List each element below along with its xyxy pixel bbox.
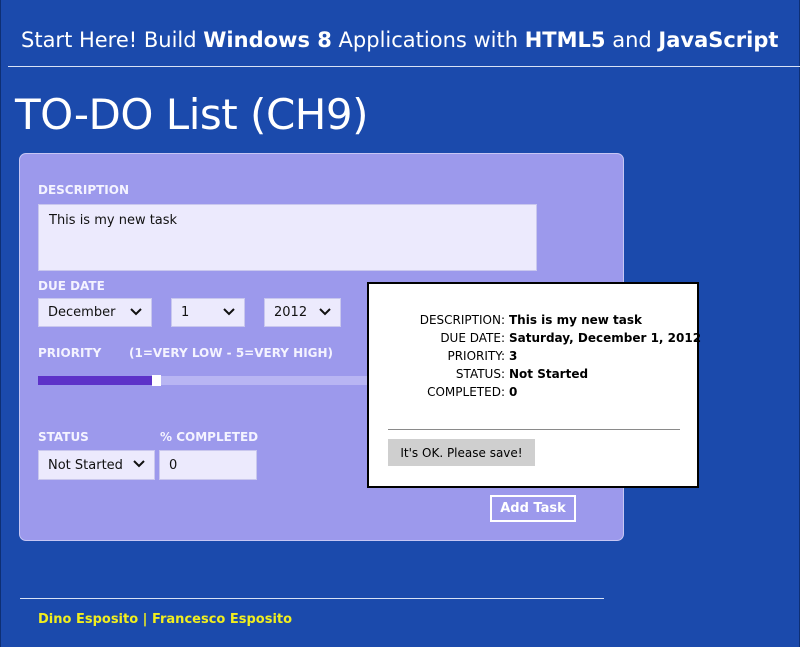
year-select-value: 2012 [274,305,308,320]
priority-label: PRIORITY [38,346,102,360]
popup-key: DESCRIPTION: [419,313,505,327]
percent-completed-input[interactable]: 0 [159,450,257,480]
add-task-button[interactable]: Add Task [490,495,576,522]
header-part-windows8: Windows 8 [203,28,332,52]
priority-slider-thumb[interactable] [152,375,161,386]
priority-hint: (1=VERY LOW - 5=VERY HIGH) [129,346,334,360]
popup-key: STATUS: [455,367,505,381]
header-part-html5: HTML5 [524,28,606,52]
popup-key: COMPLETED: [427,385,505,399]
month-select[interactable]: December [38,298,152,327]
chevron-down-icon [319,308,331,316]
popup-value: Saturday, December 1, 2012 [509,331,702,345]
priority-slider-fill [38,376,152,385]
app-header-title: Start Here! Build Windows 8 Applications… [21,28,778,52]
header-part-1: Start Here! Build [21,28,204,52]
month-select-value: December [48,305,116,320]
window-border-left [0,0,1,647]
footer-divider [20,598,604,599]
popup-key: DUE DATE: [440,331,505,345]
header-part-javascript: JavaScript [658,28,779,52]
due-date-label: DUE DATE [38,279,105,293]
completed-label: % COMPLETED [160,430,259,444]
chevron-down-icon [133,460,145,468]
status-select[interactable]: Not Started [38,450,155,480]
year-select[interactable]: 2012 [264,298,341,327]
day-select[interactable]: 1 [171,298,245,327]
header-divider [8,66,800,67]
popup-value: 3 [509,349,518,363]
status-label: STATUS [38,430,89,444]
page-title: TO-DO List (CH9) [15,90,368,139]
description-label: DESCRIPTION [38,183,130,197]
footer-authors: Dino Esposito | Francesco Esposito [38,612,293,627]
header-part-3: Applications with [331,28,525,52]
popup-value: 0 [509,385,518,399]
popup-value: This is my new task [509,313,643,327]
confirmation-popup: DESCRIPTION: This is my new task DUE DAT… [367,282,702,488]
description-input[interactable]: This is my new task [38,204,537,271]
chevron-down-icon [130,308,142,316]
day-select-value: 1 [181,305,190,320]
status-select-value: Not Started [48,457,123,473]
popup-value: Not Started [509,367,589,381]
header-part-5: and [605,28,659,52]
popup-divider [388,429,680,430]
chevron-down-icon [223,308,235,316]
popup-key: PRIORITY: [447,349,505,363]
confirm-save-button[interactable]: It's OK. Please save! [388,439,535,466]
